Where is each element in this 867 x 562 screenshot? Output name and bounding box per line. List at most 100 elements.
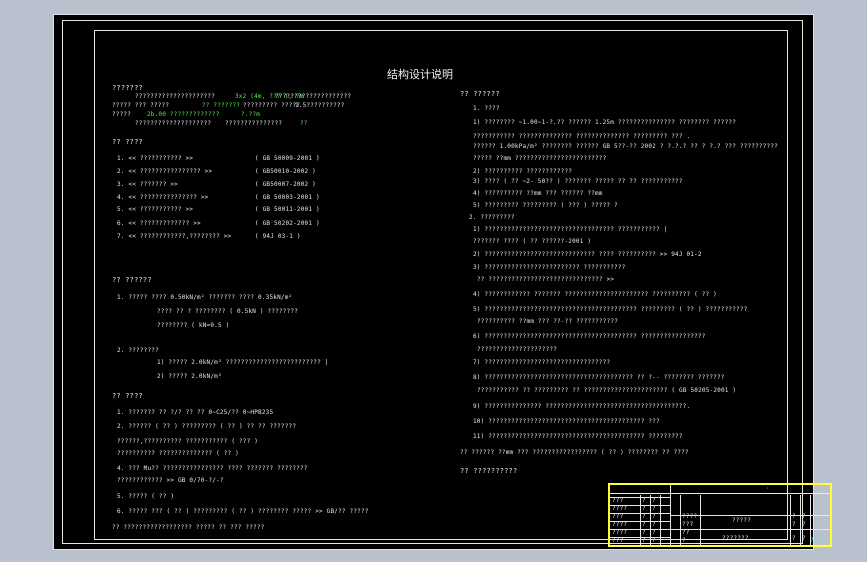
left-note-line: 1. << ??????????? >> bbox=[117, 155, 194, 162]
title-block-cell: ? bbox=[642, 529, 646, 536]
title-block-cell: ? bbox=[642, 537, 646, 544]
title-block-rule bbox=[650, 495, 651, 545]
right-note-line: ?????????? ??mm ??? ??-?? ??????????? bbox=[477, 318, 619, 325]
right-note-line: 7) ????????????????????????????????? bbox=[473, 359, 611, 366]
title-block-cell: ? bbox=[802, 513, 806, 520]
left-note-line: ????? bbox=[112, 111, 132, 118]
right-note-line: 1. ???? bbox=[473, 105, 500, 112]
left-note-line: ??????? bbox=[112, 84, 143, 92]
title-block-header-rule bbox=[610, 493, 830, 494]
title-block-cell: ? bbox=[652, 521, 656, 528]
title-block-cell: ? bbox=[642, 513, 646, 520]
left-note-line: 7. << ????????????,???????? >> bbox=[117, 233, 232, 240]
right-note-line: 3) ????????????????????????? ??????????? bbox=[473, 264, 626, 271]
left-note-line: ?? bbox=[300, 120, 308, 127]
title-block-cell: ? bbox=[642, 521, 646, 528]
left-note-line: ???? ?? ? ???????? ( 0.5kN ) ???????? bbox=[157, 308, 299, 315]
title-block-rule bbox=[700, 495, 701, 545]
left-note-line: ?? ???? bbox=[112, 392, 143, 400]
title-block-cell: ????? bbox=[732, 517, 752, 524]
title-block-cell: ? bbox=[642, 505, 646, 512]
left-note-line: ???????? ( kN=0.5 ) bbox=[157, 322, 230, 329]
title-block-rule bbox=[660, 495, 661, 545]
right-note-line: 11) ????????????????????????????????????… bbox=[473, 433, 683, 440]
right-note-line: 4) ?????????? ??mm ??? ?????? ??mm bbox=[473, 190, 603, 197]
left-note-line: ?? ?????? bbox=[112, 276, 152, 284]
left-note-line: 6. << ????????????? >> bbox=[117, 220, 201, 227]
title-block-rule bbox=[680, 495, 681, 545]
left-note-line: 4. << ??????????????? >> bbox=[117, 194, 209, 201]
left-note-line: ( GB50010-2002 ) bbox=[255, 168, 316, 175]
right-note-line: ??????????? ?? ????????? ?? ????????????… bbox=[477, 387, 737, 394]
left-note-line: ?? ?????????????????? ????? ?? ??? ????? bbox=[112, 524, 265, 531]
left-note-line: 2. ???????? bbox=[117, 347, 159, 354]
right-note-line: 6) ?????????????????????????????????????… bbox=[473, 333, 706, 340]
title-block-mark: · bbox=[766, 485, 770, 492]
title-block-cell: ? bbox=[652, 497, 656, 504]
right-note-line: 2) ?????????? ???????????? bbox=[473, 168, 573, 175]
left-note-line: ???????????????????? bbox=[275, 93, 352, 100]
left-note-line: ( GB 50003-2001 ) bbox=[255, 194, 320, 201]
title-block-rule bbox=[790, 495, 791, 545]
right-note-line: 9) ??????????????? ?????????????????????… bbox=[473, 403, 691, 410]
left-note-line: ????? ??? ????? bbox=[112, 102, 170, 109]
right-note-line: ??????? ???? ( ?? ??????-2001 ) bbox=[473, 238, 592, 245]
left-note-line: 1. ????? ???? 0.50kN/m² ??????? ???? 0.3… bbox=[117, 294, 293, 301]
left-note-line: ?????????? ?????????????? ( ?? ) bbox=[117, 450, 239, 457]
right-note-line: 3) ???? ( ?? ~2- 50?? ) ??????? ????? ??… bbox=[473, 178, 683, 185]
right-note-line: ?????? 1.00kPa/m² ???????? ?????? GB 5??… bbox=[473, 143, 778, 150]
right-note-line: 1) ???????? ~1.00~1-?.?? ?????? 1.25m ??… bbox=[473, 119, 737, 126]
title-block-cell: ? bbox=[792, 535, 796, 542]
left-note-line: ?? ???? bbox=[112, 138, 143, 146]
left-note-line: ?.??m bbox=[241, 111, 261, 118]
left-note-line: 5. ????? ( ?? ) bbox=[117, 493, 175, 500]
title-block-cell: ? bbox=[792, 521, 796, 528]
title-block-cell: ? bbox=[642, 497, 646, 504]
left-note-line: ?? ??????? bbox=[202, 102, 241, 109]
left-note-line: ???????????????????? bbox=[135, 120, 212, 127]
right-note-line: ?? ?????????????????????????????? >> bbox=[477, 276, 615, 283]
left-note-line: ( GB 50009-2001 ) bbox=[255, 155, 320, 162]
drawing-viewport[interactable]: 结构设计说明 ·????????????????????????????????… bbox=[53, 14, 832, 550]
left-note-line: 1) ????? 2.0kN/m² ??????????????????????… bbox=[157, 359, 329, 366]
right-note-line: 2) ????????????????????????????? ???? ??… bbox=[473, 251, 702, 258]
right-note-line: ????? ??mm ???????????????????????? bbox=[473, 155, 607, 162]
right-note-line: 5) ????????? ????????? ( ??? ) ????? ? bbox=[473, 202, 618, 209]
left-note-line: 3. << ??????? >> bbox=[117, 181, 178, 188]
left-note-line: ( 94J 03-1 ) bbox=[255, 233, 301, 240]
title-block-cell: ???? bbox=[612, 529, 628, 536]
title-block-cell: ??? bbox=[612, 537, 624, 544]
right-note-line: 1) ?????????????????????????????????? ??… bbox=[473, 226, 668, 233]
title-block-cell: ? bbox=[682, 537, 686, 544]
left-note-line: 1.5?????????? bbox=[295, 102, 345, 109]
title-block-cell: ?? bbox=[682, 529, 690, 536]
title-block-cell: ? bbox=[802, 535, 806, 542]
title-block-cell: ???? bbox=[612, 505, 628, 512]
right-note-line: ?? ?????? ??mm ??? ????????????????? ( ?… bbox=[460, 449, 689, 456]
title-block-cell: ???? bbox=[682, 513, 698, 520]
title-block-cell: ?-? bbox=[810, 537, 822, 544]
title-block-cell: ??? bbox=[682, 521, 694, 528]
right-note-line: 10) ????????????????????????????????????… bbox=[473, 418, 660, 425]
left-note-line: ( GB 50202-2001 ) bbox=[255, 220, 320, 227]
drawing-inner-frame: 结构设计说明 ·????????????????????????????????… bbox=[94, 30, 832, 547]
right-note-line: ?? ?????????? bbox=[460, 467, 518, 475]
right-note-line: ?? ?????? bbox=[460, 90, 500, 98]
left-note-line: ??????,?????????? ??????????? ( ??? ) bbox=[117, 438, 259, 445]
title-block-cell: ? bbox=[652, 537, 656, 544]
left-note-line: 4. ??? Mu?? ???????????????? ???? ??????… bbox=[117, 465, 308, 472]
left-note-line: 6. ????? ??? ( ?? ) ????????? ( ?? ) ???… bbox=[117, 508, 369, 515]
left-note-line: ????????? ????? bbox=[243, 102, 301, 109]
right-note-line: ????????????????????? bbox=[477, 346, 558, 353]
right-note-line: 4) ???????????? ??????? ????????????????… bbox=[473, 291, 717, 298]
title-block-cell: ? bbox=[652, 505, 656, 512]
left-note-line: ( GB50007-2002 ) bbox=[255, 181, 316, 188]
left-note-line: ??????????????? bbox=[225, 120, 283, 127]
title-block-cell: ? bbox=[802, 521, 806, 528]
title-block-cell: ??? bbox=[612, 497, 624, 504]
left-note-line: 2. ?????? ( ?? ) ????????? ( ?? ) ?? ?? … bbox=[117, 423, 297, 430]
title-block-cell: ??????? bbox=[722, 535, 749, 542]
right-note-line: 2. ????????? bbox=[469, 214, 515, 221]
title-block-cell: ??? bbox=[612, 513, 624, 520]
left-note-line: 5. << ??????????? >> bbox=[117, 206, 194, 213]
